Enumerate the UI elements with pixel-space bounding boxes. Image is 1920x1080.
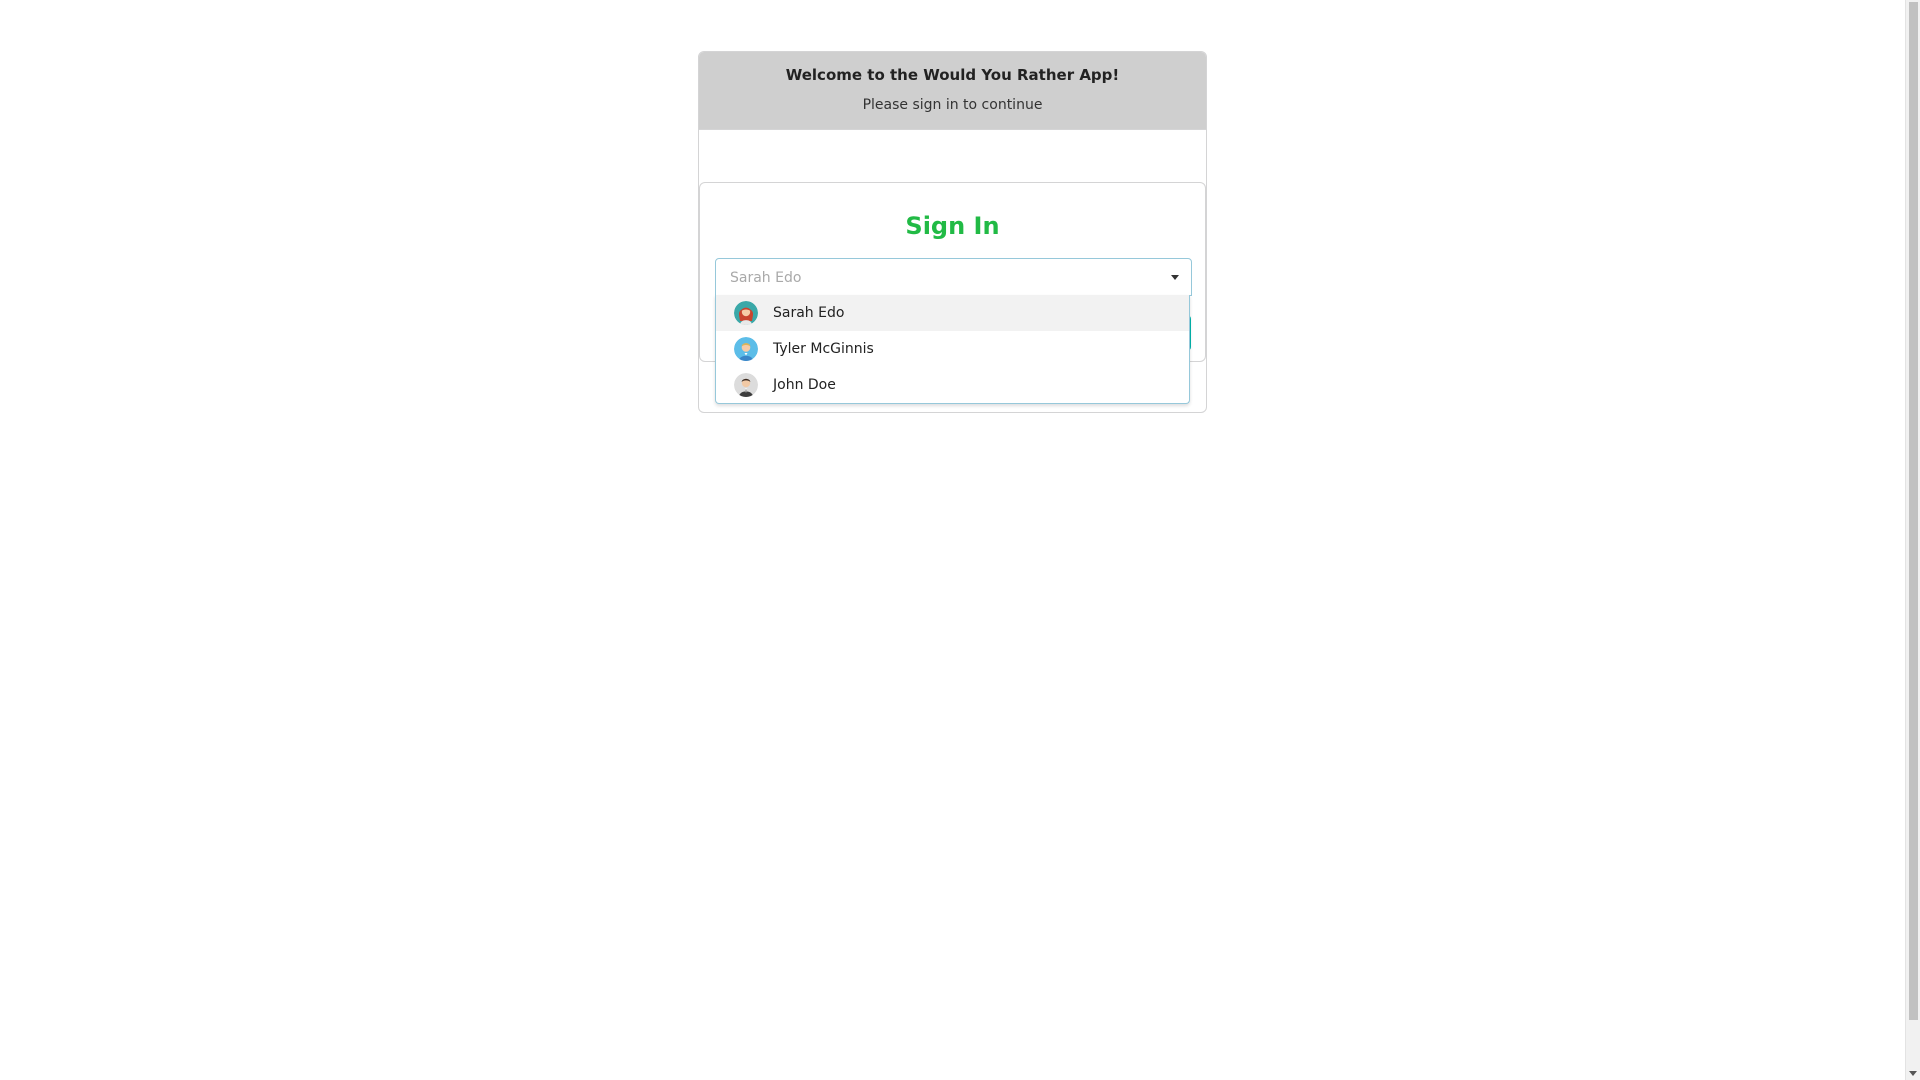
- user-select-dropdown[interactable]: Sarah Edo: [715, 258, 1192, 296]
- dropdown-selected-text: Sarah Edo: [730, 270, 802, 286]
- user-option-label: John Doe: [773, 377, 836, 393]
- man-suit-avatar-icon: [734, 373, 758, 397]
- user-option-sarah-edo[interactable]: Sarah Edo: [716, 295, 1189, 331]
- user-select-menu: Sarah Edo Tyler McGinnis John Doe: [715, 295, 1190, 404]
- user-option-john-doe[interactable]: John Doe: [716, 367, 1189, 403]
- scrollbar-thumb[interactable]: [1909, 2, 1918, 1020]
- page-subtitle: Please sign in to continue: [862, 97, 1043, 113]
- user-option-tyler-mcginnis[interactable]: Tyler McGinnis: [716, 331, 1189, 367]
- user-option-label: Tyler McGinnis: [773, 341, 874, 357]
- signin-heading: Sign In: [905, 212, 1000, 240]
- scroll-down-arrow-icon[interactable]: [1909, 1071, 1917, 1076]
- page: Welcome to the Would You Rather App! Ple…: [0, 0, 1920, 1080]
- caret-down-icon: [1171, 275, 1179, 280]
- page-title: Welcome to the Would You Rather App!: [785, 66, 1120, 84]
- card-header: Welcome to the Would You Rather App! Ple…: [699, 52, 1206, 130]
- user-option-label: Sarah Edo: [773, 305, 845, 321]
- vertical-scrollbar[interactable]: [1905, 0, 1920, 1080]
- woman-red-hair-avatar-icon: [734, 301, 758, 325]
- man-blond-avatar-icon: [734, 337, 758, 361]
